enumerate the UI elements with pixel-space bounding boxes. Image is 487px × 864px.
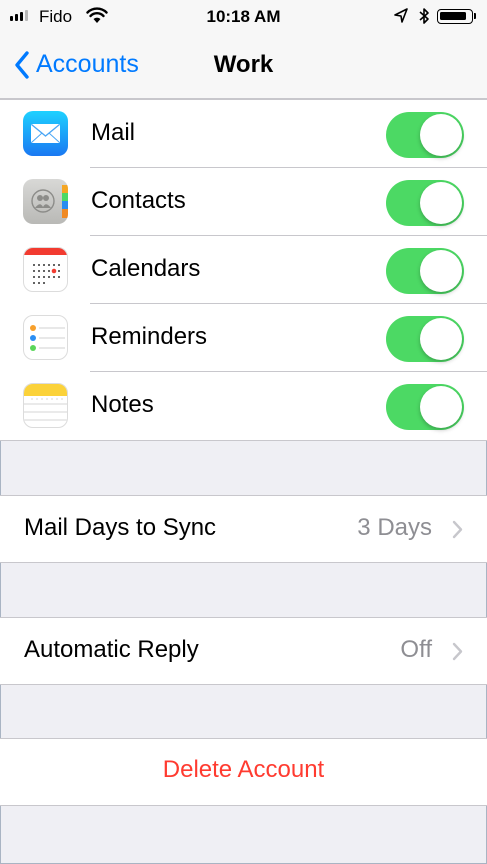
toggle-knob bbox=[420, 114, 462, 156]
toggle-knob bbox=[420, 318, 462, 360]
chevron-right-icon bbox=[452, 642, 463, 661]
contacts-app-icon bbox=[23, 179, 68, 224]
mail-days-label: Mail Days to Sync bbox=[24, 514, 217, 541]
delete-account-button[interactable]: Delete Account bbox=[0, 739, 487, 805]
list-item-reminders: Reminders bbox=[0, 304, 487, 372]
location-arrow-icon bbox=[394, 8, 408, 23]
row-label: Calendars bbox=[91, 255, 201, 282]
row-label: Reminders bbox=[91, 323, 208, 350]
list-item-mail: Mail bbox=[0, 100, 487, 168]
automatic-reply-row[interactable]: Automatic Reply Off bbox=[0, 618, 487, 684]
reminders-app-icon bbox=[23, 315, 68, 360]
delete-account-label: Delete Account bbox=[162, 756, 325, 783]
contacts-toggle[interactable] bbox=[386, 180, 464, 226]
mail-days-section: Mail Days to Sync 3 Days bbox=[0, 495, 487, 563]
row-label: Mail bbox=[91, 119, 136, 146]
list-item-contacts: Contacts bbox=[0, 168, 487, 236]
toggle-knob bbox=[420, 182, 462, 224]
clock: 10:18 AM bbox=[206, 7, 281, 26]
sync-options-list: Mail Contacts Calendars Reminders Notes bbox=[0, 99, 487, 441]
row-label: Notes bbox=[91, 391, 154, 418]
page-title: Work bbox=[213, 51, 274, 78]
toggle-knob bbox=[420, 250, 462, 292]
notes-toggle[interactable] bbox=[386, 384, 464, 430]
mail-days-value: 3 Days bbox=[357, 514, 432, 541]
chevron-right-icon bbox=[452, 520, 463, 539]
navigation-bar: Accounts Work bbox=[0, 34, 487, 99]
mail-toggle[interactable] bbox=[386, 112, 464, 158]
list-item-calendars: Calendars bbox=[0, 236, 487, 304]
status-bar: Fido 10:18 AM bbox=[0, 0, 487, 34]
battery-tip bbox=[474, 13, 476, 19]
mail-app-icon bbox=[23, 111, 68, 156]
toggle-knob bbox=[420, 386, 462, 428]
notes-app-icon bbox=[23, 383, 68, 428]
reminders-toggle[interactable] bbox=[386, 316, 464, 362]
automatic-reply-section: Automatic Reply Off bbox=[0, 617, 487, 685]
calendars-toggle[interactable] bbox=[386, 248, 464, 294]
mail-days-row[interactable]: Mail Days to Sync 3 Days bbox=[0, 496, 487, 562]
bluetooth-icon bbox=[419, 8, 429, 24]
automatic-reply-value: Off bbox=[400, 636, 432, 663]
delete-section: Delete Account bbox=[0, 738, 487, 806]
battery-level bbox=[440, 12, 466, 20]
list-item-notes: Notes bbox=[0, 372, 487, 440]
battery-icon bbox=[437, 9, 473, 24]
row-label: Contacts bbox=[91, 187, 186, 214]
calendar-app-icon bbox=[23, 247, 68, 292]
automatic-reply-label: Automatic Reply bbox=[24, 636, 199, 663]
